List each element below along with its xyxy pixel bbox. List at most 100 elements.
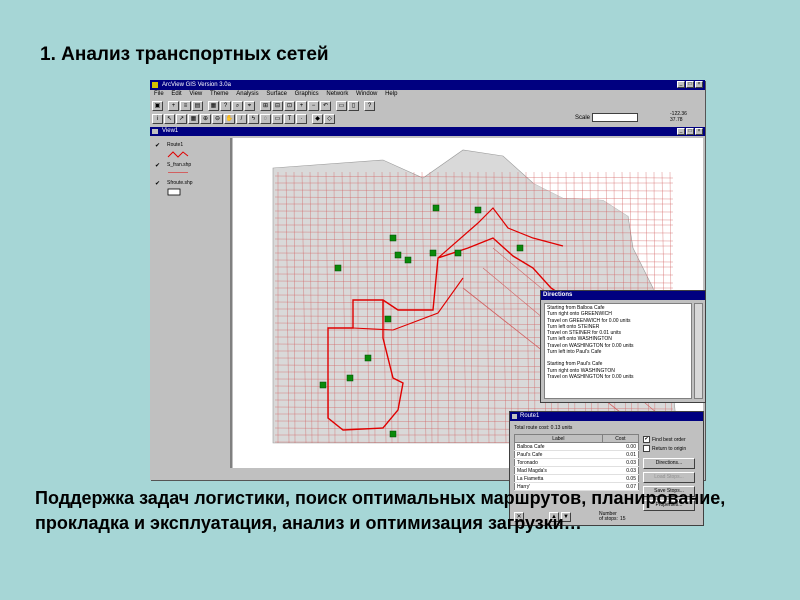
draw-tool-icon[interactable]: · (296, 114, 307, 124)
menu-view[interactable]: View (189, 91, 202, 97)
table-row[interactable]: Paul's Cafe 0.01 (514, 450, 639, 459)
menu-bar: File Edit View Theme Analysis Surface Gr… (150, 90, 705, 99)
network-add-stop-icon[interactable]: ◆ (312, 114, 323, 124)
text-tool-icon[interactable]: T (284, 114, 295, 124)
query-builder-icon[interactable]: ? (220, 101, 231, 111)
zoom-in-tool-icon[interactable]: ⊕ (200, 114, 211, 124)
stop-cost: 0.01 (602, 450, 639, 459)
stop-cost: 0.05 (602, 474, 639, 483)
hotlink-tool-icon[interactable]: ϟ (248, 114, 259, 124)
menu-surface[interactable]: Surface (266, 91, 287, 97)
stop-marker (346, 374, 354, 382)
directions-button[interactable]: Directions... (643, 458, 695, 469)
pan-tool-icon[interactable]: ✋ (224, 114, 235, 124)
cursor-coordinates: -122.36 37.78 (670, 111, 687, 123)
label-tool-icon[interactable]: ▭ (272, 114, 283, 124)
stop-marker (516, 244, 524, 252)
zoom-selected-icon[interactable]: ⊡ (284, 101, 295, 111)
view-titlebar[interactable]: View1 _ □ × (150, 127, 705, 136)
clear-selection-icon[interactable]: ▯ (348, 101, 359, 111)
select-feature-tool-icon[interactable]: ▦ (188, 114, 199, 124)
maximize-button[interactable]: □ (686, 81, 694, 88)
stop-label: Mad Magda's (514, 466, 603, 475)
stops-table[interactable]: Label Cost Balboa Cafe 0.00 Paul's Cafe 0.… (514, 434, 640, 491)
zoom-previous-icon[interactable]: ↶ (320, 101, 331, 111)
checkbox-box[interactable]: ✔ (643, 436, 650, 443)
directions-scrollbar[interactable] (694, 303, 703, 399)
polygon-symbol-icon (167, 188, 181, 196)
menu-help[interactable]: Help (385, 91, 397, 97)
table-row[interactable]: Mad Magda's 0.03 (514, 466, 639, 475)
layer-visible-checkbox[interactable]: ✔ (155, 180, 160, 187)
view-maximize-button[interactable]: □ (686, 128, 694, 135)
save-project-icon[interactable]: ▣ (152, 101, 163, 111)
network-add-barrier-icon[interactable]: ◇ (324, 114, 335, 124)
stop-marker (432, 204, 440, 212)
menu-file[interactable]: File (154, 91, 164, 97)
view-close-button[interactable]: × (695, 128, 703, 135)
directions-line: Travel on WASHINGTON for 0.00 units (547, 373, 634, 380)
legend-editor-icon[interactable]: ▤ (192, 101, 203, 111)
arcview-window: ArcView GIS Version 3.0a _ □ × File Edit… (150, 80, 706, 526)
stop-marker (384, 315, 392, 323)
route-dialog-icon (512, 414, 517, 419)
identify-tool-icon[interactable]: i (152, 114, 163, 124)
menu-graphics[interactable]: Graphics (295, 91, 319, 97)
table-of-contents: ✔ Route1 ✔ S_fran.shp ✔ Sfroute.shp (152, 138, 232, 468)
find-icon[interactable]: ⌕ (232, 101, 243, 111)
directions-text[interactable]: Starting from Balboa Cafe Turn right ont… (544, 303, 692, 399)
window-title: ArcView GIS Version 3.0a (162, 82, 231, 88)
view-minimize-button[interactable]: _ (677, 128, 685, 135)
toc-item-label: S_fran.shp (167, 162, 192, 168)
slide-title: 1. Анализ транспортных сетей (40, 44, 329, 65)
menu-analysis[interactable]: Analysis (236, 91, 258, 97)
view-title: View1 (162, 128, 179, 134)
table-row[interactable]: Balboa Cafe 0.00 (514, 442, 639, 451)
stop-marker (454, 249, 462, 257)
column-header-label[interactable]: Label (514, 434, 603, 443)
coord-y: 37.78 (670, 117, 683, 123)
load-stops-button[interactable]: Load Stops... (643, 472, 695, 483)
scale-input[interactable] (592, 113, 638, 122)
select-features-icon[interactable]: ▭ (336, 101, 347, 111)
add-theme-icon[interactable]: + (168, 101, 179, 111)
table-row[interactable]: Toronado 0.03 (514, 458, 639, 467)
area-of-interest-tool-icon[interactable]: ◌ (260, 114, 271, 124)
route-dialog-titlebar[interactable]: Route1 (510, 412, 703, 421)
total-route-cost: Total route cost: 0.13 units (514, 425, 573, 431)
zoom-in-button-icon[interactable]: + (296, 101, 307, 111)
button-bar: ▣ + ≡ ▤ ▦ ? ⌕ ⌖ ⊞ ⊟ ⊡ + − ↶ ▭ ▯ ? (152, 100, 703, 112)
menu-edit[interactable]: Edit (171, 91, 181, 97)
arcview-app-icon (152, 82, 158, 88)
pointer-tool-icon[interactable]: ↖ (164, 114, 175, 124)
zoom-full-extent-icon[interactable]: ⊞ (260, 101, 271, 111)
menu-window[interactable]: Window (356, 91, 377, 97)
vertex-edit-tool-icon[interactable]: ↗ (176, 114, 187, 124)
window-titlebar[interactable]: ArcView GIS Version 3.0a _ □ × (150, 80, 705, 90)
locate-address-icon[interactable]: ⌖ (244, 101, 255, 111)
open-attribute-table-icon[interactable]: ▦ (208, 101, 219, 111)
theme-properties-icon[interactable]: ≡ (180, 101, 191, 111)
menu-network[interactable]: Network (326, 91, 348, 97)
directions-title[interactable]: Directions (541, 291, 705, 300)
stop-marker (394, 251, 402, 259)
stop-marker (389, 234, 397, 242)
return-to-origin-checkbox[interactable]: Return to origin (643, 445, 686, 452)
column-header-cost[interactable]: Cost (601, 434, 640, 443)
find-best-order-checkbox[interactable]: ✔ Find best order (643, 436, 686, 443)
view-icon (152, 129, 158, 134)
checkbox-box[interactable] (643, 445, 650, 452)
close-button[interactable]: × (695, 81, 703, 88)
zoom-active-themes-icon[interactable]: ⊟ (272, 101, 283, 111)
help-icon[interactable]: ? (364, 101, 375, 111)
zoom-out-tool-icon[interactable]: ⊖ (212, 114, 223, 124)
layer-visible-checkbox[interactable]: ✔ (155, 142, 160, 149)
measure-tool-icon[interactable]: / (236, 114, 247, 124)
minimize-button[interactable]: _ (677, 81, 685, 88)
layer-visible-checkbox[interactable]: ✔ (155, 162, 160, 169)
table-row[interactable]: La Fiametta 0.05 (514, 474, 639, 483)
menu-theme[interactable]: Theme (210, 91, 229, 97)
view-window: View1 _ □ × ✔ Route1 ✔ S_fran.shp ✔ Sfro… (150, 127, 706, 526)
zoom-out-button-icon[interactable]: − (308, 101, 319, 111)
checkbox-label: Find best order (652, 436, 686, 443)
